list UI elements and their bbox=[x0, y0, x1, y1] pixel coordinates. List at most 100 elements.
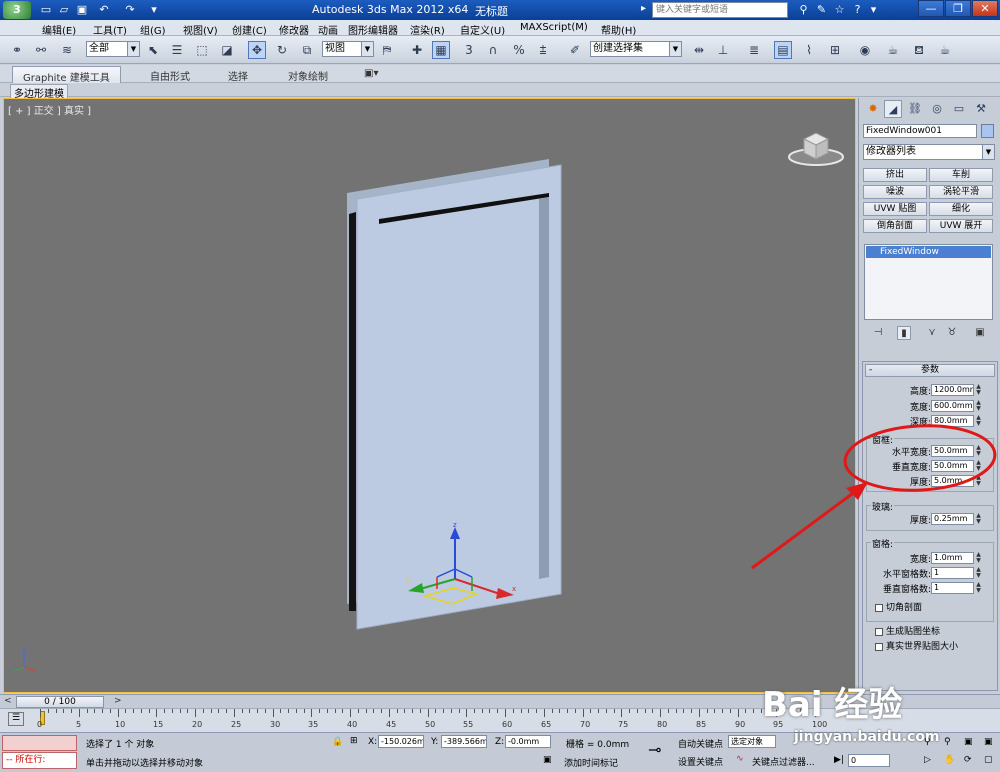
spinner-icon[interactable]: ▲ ▼ bbox=[975, 400, 982, 412]
spinner-icon[interactable]: ▲ ▼ bbox=[975, 475, 982, 487]
time-slider[interactable]: 0 / 100 bbox=[16, 696, 104, 708]
fixed-window-model[interactable]: z y x bbox=[4, 99, 856, 693]
redo-icon[interactable]: ↷ bbox=[122, 2, 138, 17]
new-file-icon[interactable]: ▭ bbox=[38, 2, 54, 17]
noise-button[interactable]: 噪波 bbox=[863, 185, 927, 199]
menu-customize[interactable]: 自定义(U) bbox=[460, 22, 505, 37]
uvw-map-button[interactable]: UVW 贴图 bbox=[863, 202, 927, 216]
select-move-icon[interactable]: ✥ bbox=[248, 41, 266, 59]
orbit-icon[interactable]: ⟳ bbox=[964, 755, 972, 765]
parameters-rollout-header[interactable]: - 参数 bbox=[865, 364, 995, 377]
help-icon[interactable]: ? bbox=[850, 2, 865, 17]
layer-manager-icon[interactable]: ≣ bbox=[745, 41, 763, 59]
object-color-swatch[interactable] bbox=[981, 124, 994, 138]
align-icon[interactable]: ⊥ bbox=[714, 41, 732, 59]
spinner-icon[interactable]: ▲ ▼ bbox=[975, 445, 982, 457]
maxscript-listener[interactable] bbox=[2, 735, 77, 751]
menu-rendering[interactable]: 渲染(R) bbox=[410, 22, 445, 37]
render-production-icon[interactable]: ☕ bbox=[936, 41, 954, 59]
mirror-icon[interactable]: ⇹ bbox=[690, 41, 708, 59]
bind-spacewarp-icon[interactable]: ≋ bbox=[58, 41, 76, 59]
material-editor-icon[interactable]: ◉ bbox=[856, 41, 874, 59]
extrude-button[interactable]: 挤出 bbox=[863, 168, 927, 182]
star-icon[interactable]: ☆ bbox=[832, 2, 847, 17]
spinner-snap-icon[interactable]: ⩲ bbox=[534, 41, 552, 59]
bevel-profile-button[interactable]: 倒角剖面 bbox=[863, 219, 927, 233]
next-frame-icon[interactable]: > bbox=[114, 696, 122, 706]
time-tag-icon[interactable]: ▣ bbox=[543, 755, 552, 765]
unwrap-uvw-button[interactable]: UVW 展开 bbox=[929, 219, 993, 233]
pan-icon[interactable]: ✋ bbox=[944, 755, 955, 765]
quick-access-dropdown-icon[interactable]: ▾ bbox=[146, 2, 162, 17]
menu-animation[interactable]: 动画 bbox=[318, 22, 338, 37]
menu-tools[interactable]: 工具(T) bbox=[93, 22, 127, 37]
menu-modifiers[interactable]: 修改器 bbox=[279, 22, 309, 37]
utilities-tab-icon[interactable]: ⚒ bbox=[972, 100, 990, 118]
mini-curve-editor-icon[interactable]: ☰ bbox=[8, 712, 24, 726]
spinner-icon[interactable]: ▲ ▼ bbox=[975, 513, 982, 525]
zoom-all-icon[interactable]: ⚲ bbox=[944, 737, 951, 747]
menu-help[interactable]: 帮助(H) bbox=[601, 22, 636, 37]
transform-mode-icon[interactable]: ⊞ bbox=[350, 736, 358, 746]
create-tab-icon[interactable]: ✸ bbox=[864, 100, 882, 118]
zoom-extents-all-icon[interactable]: ▣ bbox=[984, 737, 993, 747]
spinner-icon[interactable]: ▲ ▼ bbox=[975, 582, 982, 594]
key-filter-icon[interactable]: ∿ bbox=[736, 754, 744, 764]
gen-map-coords-checkbox[interactable]: 生成贴图坐标 bbox=[875, 624, 940, 637]
y-coord-field[interactable]: -389.566m bbox=[441, 735, 487, 748]
field-of-view-icon[interactable]: ▷ bbox=[924, 755, 931, 765]
tab-selection[interactable]: 选择 bbox=[228, 68, 248, 83]
ref-coord-combo[interactable]: 视图 ▼ bbox=[322, 41, 374, 57]
tessellate-button[interactable]: 细化 bbox=[929, 202, 993, 216]
angle-snap-icon[interactable]: ∩ bbox=[484, 41, 502, 59]
set-key-button[interactable]: 设置关键点 bbox=[678, 755, 723, 768]
checkbox-box[interactable] bbox=[875, 603, 883, 612]
checkbox-box[interactable] bbox=[875, 642, 883, 651]
app-logo-icon[interactable]: 3 bbox=[3, 1, 31, 19]
real-world-map-checkbox[interactable]: 真实世界贴图大小 bbox=[875, 639, 958, 652]
current-frame-field[interactable]: 0 bbox=[848, 754, 890, 767]
horizontal-panels-field[interactable]: 1 bbox=[931, 567, 974, 579]
maximize-viewport-icon[interactable]: ▢ bbox=[984, 755, 993, 765]
modify-tab-icon[interactable]: ◢ bbox=[884, 100, 902, 118]
selection-filter-combo[interactable]: 全部 ▼ bbox=[86, 41, 140, 57]
modifier-list-combo[interactable]: 修改器列表 ▼ bbox=[863, 144, 995, 160]
key-filters-button[interactable]: 关键点过滤器... bbox=[752, 755, 815, 768]
lathe-button[interactable]: 车削 bbox=[929, 168, 993, 182]
chamfer-profile-checkbox[interactable]: 切角剖面 bbox=[875, 600, 922, 613]
rect-selection-icon[interactable]: ⬚ bbox=[193, 41, 211, 59]
render-setup-icon[interactable]: ☕ bbox=[884, 41, 902, 59]
named-selection-combo[interactable]: 创建选择集 ▼ bbox=[590, 41, 682, 57]
spinner-icon[interactable]: ▲ ▼ bbox=[975, 460, 982, 472]
search-input[interactable]: 键入关键字或短语 bbox=[652, 2, 788, 18]
pivot-center-icon[interactable]: ⛿ bbox=[378, 41, 396, 59]
undo-icon[interactable]: ↶ bbox=[96, 2, 112, 17]
glass-thickness-field[interactable]: 0.25mm bbox=[931, 513, 974, 525]
select-manipulate-icon[interactable]: ✚ bbox=[408, 41, 426, 59]
z-coord-field[interactable]: -0.0mm bbox=[505, 735, 551, 748]
schematic-view-icon[interactable]: ⊞ bbox=[826, 41, 844, 59]
tab-graphite[interactable]: Graphite 建模工具 bbox=[12, 66, 121, 84]
display-tab-icon[interactable]: ▭ bbox=[950, 100, 968, 118]
frame-thickness-field[interactable]: 5.0mm bbox=[931, 475, 974, 487]
tab-freeform[interactable]: 自由形式 bbox=[150, 68, 190, 83]
rendered-frame-icon[interactable]: ⛾ bbox=[910, 41, 928, 59]
spinner-icon[interactable]: ▲ ▼ bbox=[975, 552, 982, 564]
ribbon-options-icon[interactable]: ▣▾ bbox=[364, 68, 378, 79]
menu-group[interactable]: 组(G) bbox=[140, 22, 166, 37]
height-field[interactable]: 1200.0mm bbox=[931, 384, 974, 396]
save-file-icon[interactable]: ▣ bbox=[74, 2, 90, 17]
horizontal-width-field[interactable]: 50.0mm bbox=[931, 445, 974, 457]
pin-stack-icon[interactable]: ⊣ bbox=[871, 326, 885, 340]
spinner-icon[interactable]: ▲ ▼ bbox=[975, 567, 982, 579]
turbosmooth-button[interactable]: 涡轮平滑 bbox=[929, 185, 993, 199]
window-crossing-icon[interactable]: ◪ bbox=[218, 41, 236, 59]
make-unique-icon[interactable]: ⋎ bbox=[925, 326, 939, 340]
menu-graph-editors[interactable]: 图形编辑器 bbox=[348, 22, 398, 37]
select-rotate-icon[interactable]: ↻ bbox=[273, 41, 291, 59]
link-icon[interactable]: ⚭ bbox=[8, 41, 26, 59]
select-by-name-icon[interactable]: ☰ bbox=[168, 41, 186, 59]
menu-maxscript[interactable]: MAXScript(M) bbox=[520, 22, 588, 33]
key-icon[interactable]: ⊸ bbox=[648, 740, 661, 759]
vertical-panels-field[interactable]: 1 bbox=[931, 582, 974, 594]
